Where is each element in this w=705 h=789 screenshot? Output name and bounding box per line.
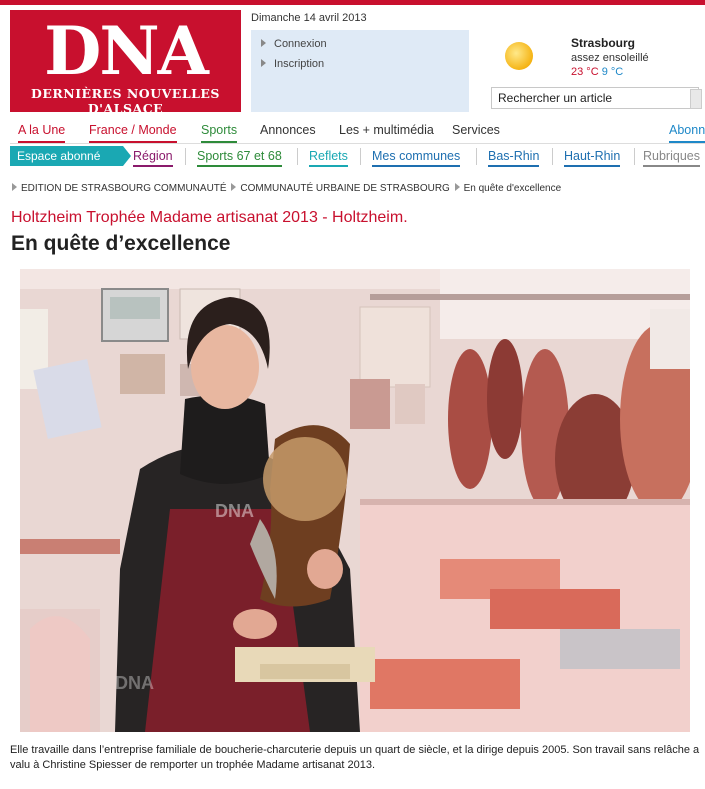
watermark: DNA [115, 673, 154, 693]
logo-subtitle: DERNIÈRES NOUVELLES D'ALSACE [31, 86, 220, 116]
subnav-bas-rhin[interactable]: Bas-Rhin [488, 149, 540, 167]
article-photo[interactable]: DNA DNA [20, 269, 690, 732]
search-button[interactable] [690, 89, 702, 109]
espace-label: Espace abonné [17, 149, 101, 163]
breadcrumb-item[interactable]: COMMUNAUTÉ URBAINE DE STRASBOURG [240, 183, 449, 194]
register-label: Inscription [274, 58, 325, 70]
breadcrumb: EDITION DE STRASBOURG COMMUNAUTÉ COMMUNA… [10, 183, 561, 194]
espace-abonne-tab[interactable]: Espace abonné [10, 146, 123, 166]
search-box [491, 87, 702, 109]
nav-label: France / Monde [89, 123, 177, 137]
separator [297, 148, 298, 165]
nav-label: Annonces [260, 123, 316, 137]
login-label: Connexion [274, 38, 327, 50]
register-link[interactable]: Inscription [261, 58, 324, 70]
breadcrumb-arrow-icon [231, 183, 237, 191]
subnav-rubriques[interactable]: Rubriques [643, 149, 700, 167]
login-link[interactable]: Connexion [261, 38, 327, 50]
nav-abonnement[interactable]: Abonn [669, 123, 705, 143]
subnav-haut-rhin[interactable]: Haut-Rhin [564, 149, 621, 167]
article-kicker: Holtzheim Trophée Madame artisanat 2013 … [11, 209, 408, 226]
subnav-region[interactable]: Région [133, 149, 173, 167]
weather-description: assez ensoleillé [571, 52, 649, 64]
temp-max: 23 °C [571, 66, 599, 78]
breadcrumb-item[interactable]: EDITION DE STRASBOURG COMMUNAUTÉ [21, 183, 227, 194]
logo-title: DNA [44, 12, 209, 90]
subnav-label: Rubriques [643, 149, 700, 163]
nav-sports[interactable]: Sports [201, 123, 238, 143]
weather-temps: 23 °C 9 °C [571, 66, 623, 78]
photo-illustration: DNA DNA [20, 269, 690, 732]
subnav-label: Haut-Rhin [564, 149, 621, 163]
nav-label: Les + multimédia [339, 123, 434, 137]
subnav-label: Bas-Rhin [488, 149, 540, 163]
arrow-right-icon [261, 39, 266, 47]
temp-min: 9 °C [601, 66, 624, 78]
nav-label: Services [452, 123, 500, 137]
top-red-line [0, 0, 705, 5]
nav-annonces[interactable]: Annonces [260, 123, 316, 141]
breadcrumb-arrow-icon [12, 183, 17, 191]
separator [634, 148, 635, 165]
nav-label: A la Une [18, 123, 66, 137]
arrow-right-icon [261, 59, 266, 67]
separator [552, 148, 553, 165]
sub-nav: Espace abonné Région Sports 67 et 68 Ref… [0, 146, 705, 168]
subnav-reflets[interactable]: Reflets [309, 149, 348, 167]
nav-france-monde[interactable]: France / Monde [89, 123, 177, 143]
nav-divider [10, 143, 705, 144]
main-nav: A la Une France / Monde Sports Annonces … [0, 119, 705, 144]
nav-multimedia[interactable]: Les + multimédia [339, 123, 434, 141]
separator [360, 148, 361, 165]
dna-logo[interactable]: DNA DERNIÈRES NOUVELLES D'ALSACE [10, 10, 241, 116]
account-box: Connexion Inscription [251, 30, 469, 112]
breadcrumb-arrow-icon [454, 183, 460, 191]
subnav-mes-communes[interactable]: Mes communes [372, 149, 461, 167]
subnav-label: Reflets [309, 149, 348, 163]
current-date: Dimanche 14 avril 2013 [251, 12, 367, 24]
breadcrumb-current: En quête d'excellence [463, 183, 562, 194]
subnav-label: Mes communes [372, 149, 461, 163]
photo-caption: Elle travaille dans l’entreprise familia… [10, 744, 700, 771]
watermark: DNA [215, 501, 254, 521]
article-title: En quête d’excellence [11, 232, 231, 255]
separator [476, 148, 477, 165]
search-input[interactable] [491, 87, 699, 109]
weather-city[interactable]: Strasbourg [571, 36, 635, 50]
subnav-sports-67-68[interactable]: Sports 67 et 68 [197, 149, 282, 167]
sun-icon [505, 42, 533, 70]
nav-a-la-une[interactable]: A la Une [18, 123, 66, 143]
subnav-label: Sports 67 et 68 [197, 149, 282, 163]
subnav-label: Région [133, 149, 173, 163]
nav-label: Abonn [669, 123, 705, 137]
separator [185, 148, 186, 165]
tab-arrow [123, 146, 131, 166]
nav-services[interactable]: Services [452, 123, 500, 141]
nav-label: Sports [201, 123, 238, 137]
